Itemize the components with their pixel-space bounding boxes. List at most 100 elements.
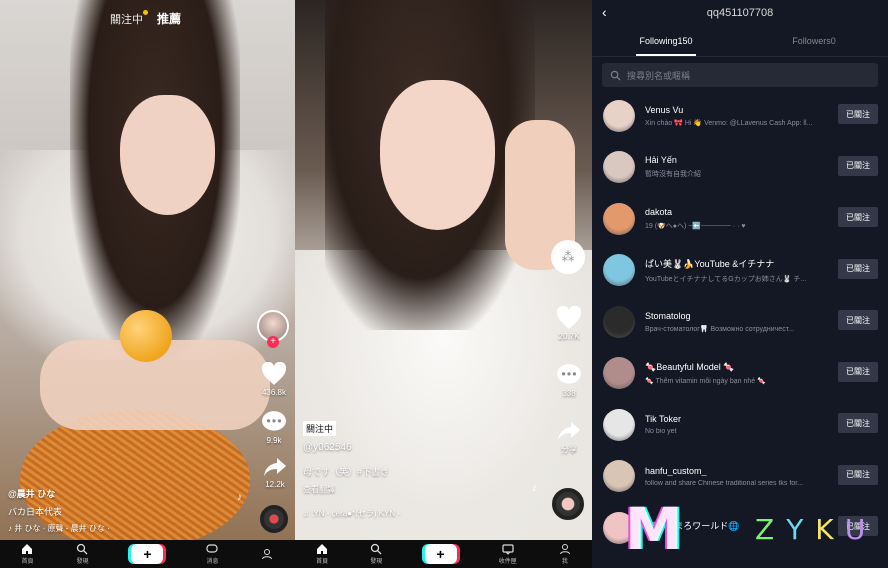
nav-discover[interactable]: 發現 <box>370 543 382 565</box>
avatar[interactable] <box>603 305 635 338</box>
creator-username[interactable]: @晨井 ひな <box>8 487 55 500</box>
following-button[interactable]: 已關注 <box>838 258 878 279</box>
music-title[interactable]: ♪ 井 ひな · 原聲 - 晨井 ひな · <box>8 523 110 534</box>
avatar[interactable] <box>603 357 635 390</box>
list-item[interactable]: Venus Vu Xin chào 🎀 Hi 👋 Venmo: @LLavenus… <box>592 90 888 142</box>
avatar[interactable] <box>603 202 635 235</box>
search-icon <box>77 543 88 555</box>
nav-home-label: 首頁 <box>316 559 329 565</box>
following-button[interactable]: 已關注 <box>838 464 878 485</box>
tab-followers[interactable]: Followers0 <box>740 25 888 56</box>
user-text: Hải Yến 暫時沒有自我介紹 <box>645 155 835 179</box>
following-button[interactable]: 已關注 <box>838 104 878 124</box>
user-text: Venus Vu Xin chào 🎀 Hi 👋 Venmo: @LLavenus… <box>645 105 835 127</box>
following-button[interactable]: 已關注 <box>838 310 878 330</box>
share-button[interactable]: 12.2k <box>263 456 287 489</box>
user-bio: Врач-стоматолог🦷 Возможно сотрудничест..… <box>645 325 794 333</box>
avatar[interactable] <box>603 460 635 493</box>
list-item[interactable]: Tik Toker No bio yet 已關注 <box>592 399 888 451</box>
list-item[interactable]: 🍬Beautyful Model 🍬 🍬 Thêm vitamin mỗi ngà… <box>592 348 888 400</box>
avatar[interactable] <box>603 151 635 184</box>
list-item[interactable]: Stomatolog Врач-стоматолог🦷 Возможно сотр… <box>592 296 888 348</box>
translate-link[interactable]: 查看翻譯 <box>303 484 335 495</box>
creator-avatar-wrap[interactable]: ⁂ <box>551 240 585 274</box>
back-arrow-icon[interactable]: ‹ <box>602 4 607 20</box>
create-button[interactable]: + <box>131 544 164 564</box>
nav-me[interactable] <box>261 548 273 561</box>
avatar[interactable] <box>603 99 635 132</box>
user-name[interactable]: Tik Toker <box>645 414 835 424</box>
video-feed-panel-1[interactable]: 關注中 推薦 + 436.8k 9.9k 12.2k ♪ @晨井 ひな バカ日本… <box>0 0 295 568</box>
user-text: dakota 19 (🐶ヘ●ヘ) ~⬅️────── · · ♥ <box>645 207 835 231</box>
notification-dot <box>143 10 148 15</box>
creator-avatar[interactable]: ⁂ <box>551 240 585 274</box>
nav-home[interactable]: 首頁 <box>316 543 328 565</box>
user-text: hanfu_custom_ follow and share Chinese tr… <box>645 466 835 487</box>
creator-avatar-wrap[interactable]: + <box>257 310 289 348</box>
share-arrow-icon <box>558 422 580 440</box>
user-name[interactable]: ぱい美🐰🍌YouTube &イチナナ <box>645 257 835 270</box>
nav-inbox[interactable]: 消息 <box>206 543 218 565</box>
nav-inbox-label: 消息 <box>206 559 219 565</box>
creator-username[interactable]: @y062546 <box>303 442 352 453</box>
nav-discover[interactable]: 發現 <box>76 543 89 565</box>
nav-inbox-label: 收件匣 <box>498 559 517 565</box>
follow-plus-icon[interactable]: + <box>267 336 279 348</box>
comment-button[interactable]: 338 <box>556 363 582 398</box>
share-label: 分享 <box>561 445 577 454</box>
following-badge: 關注中 <box>303 421 337 436</box>
list-item[interactable]: ぱい美🐰🍌YouTube &イチナナ YouTubeとイチナナしてるGカップお姉さ… <box>592 245 888 297</box>
tab-for-you[interactable]: 推薦 <box>157 10 181 27</box>
user-name[interactable]: Stomatolog <box>645 311 835 321</box>
tab-following[interactable]: Following150 <box>592 25 740 56</box>
tab-following[interactable]: 關注中 <box>110 11 143 27</box>
share-arrow-icon <box>264 458 286 476</box>
following-button[interactable]: 已關注 <box>838 207 878 227</box>
nav-me-label: 我 <box>561 559 568 565</box>
music-disc-icon[interactable] <box>552 488 584 520</box>
following-button[interactable]: 已關注 <box>838 155 878 176</box>
share-button[interactable]: 分享 <box>557 420 581 455</box>
list-item[interactable]: Hải Yến 暫時沒有自我介紹 已關注 <box>592 142 888 194</box>
user-name[interactable]: 🍬Beautyful Model 🍬 <box>645 362 835 373</box>
user-bio: 19 (🐶ヘ●ヘ) ~⬅️────── · · ♥ <box>645 222 746 230</box>
user-text: Tik Toker No bio yet <box>645 414 835 435</box>
home-icon <box>317 544 328 554</box>
user-name[interactable]: hanfu_custom_ <box>645 466 835 476</box>
nav-inbox[interactable]: 收件匣 <box>499 543 517 565</box>
avatar[interactable] <box>603 254 635 287</box>
nav-home[interactable]: 首頁 <box>21 543 34 565</box>
music-disc-icon[interactable] <box>260 505 288 533</box>
video-feed-panel-2[interactable]: ⁂ 20.7K 338 分享 ♪ 關注中 @y062546 母です（笑）#下書き… <box>295 0 592 568</box>
watermark-letter: Y <box>786 513 816 546</box>
nav-discover-label: 發現 <box>370 559 383 565</box>
user-name[interactable]: dakota <box>645 207 835 217</box>
user-name[interactable]: Venus Vu <box>645 105 835 115</box>
video-frame-ball <box>120 310 172 362</box>
music-title[interactable]: ♫ :YN - çera●*(セラ) KYN - <box>303 508 400 519</box>
user-name[interactable]: Hải Yến <box>645 155 835 165</box>
like-button[interactable]: 20.7K <box>556 306 582 341</box>
search-icon <box>610 70 621 81</box>
create-button[interactable]: + <box>424 544 457 564</box>
following-list: Venus Vu Xin chào 🎀 Hi 👋 Venmo: @LLavenus… <box>592 90 888 554</box>
like-button[interactable]: 436.8k <box>261 362 287 397</box>
following-button[interactable]: 已關注 <box>838 413 878 433</box>
user-text: ぱい美🐰🍌YouTube &イチナナ YouTubeとイチナナしてるGカップお姉さ… <box>645 257 835 284</box>
avatar[interactable] <box>603 408 635 441</box>
watermark-m-glyph: M <box>625 495 683 563</box>
user-bio: Xin chào 🎀 Hi 👋 Venmo: @LLavenus Cash Ap… <box>645 119 813 127</box>
user-bio: 暫時沒有自我介紹 <box>645 171 701 179</box>
nav-me[interactable]: 我 <box>559 543 571 565</box>
watermark-letter: K <box>815 513 845 546</box>
following-button[interactable]: 已關注 <box>838 361 878 382</box>
list-item[interactable]: dakota 19 (🐶ヘ●ヘ) ~⬅️────── · · ♥ 已關注 <box>592 193 888 245</box>
page-title: qq451107708 <box>706 6 774 19</box>
search-icon <box>371 543 382 555</box>
comment-button[interactable]: 9.9k <box>261 410 287 445</box>
video-frame-face <box>380 80 495 230</box>
home-icon <box>22 544 33 554</box>
search-input[interactable]: 搜尋別名或暱稱 <box>602 63 878 87</box>
share-count: 12.2k <box>265 480 285 489</box>
following-list-panel: ‹ qq451107708 Following150 Followers0 搜尋… <box>592 0 888 568</box>
